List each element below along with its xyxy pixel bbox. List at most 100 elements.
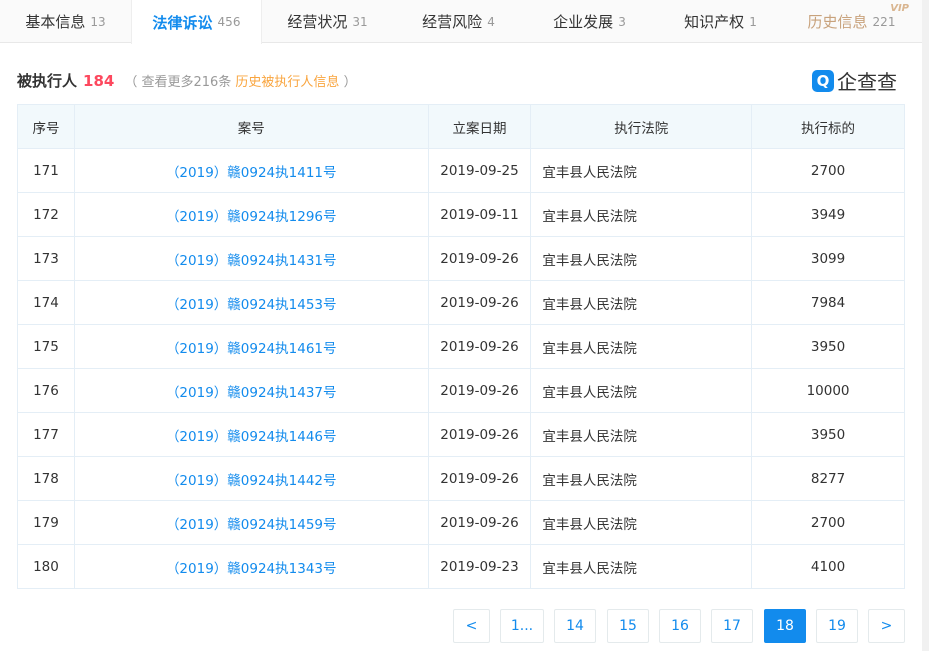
page-button-19[interactable]: 19 <box>816 609 858 643</box>
court: 宜丰县人民法院 <box>531 369 752 413</box>
column-header: 立案日期 <box>428 105 531 149</box>
qichacha-logo: Q 企查查 <box>812 66 897 95</box>
tab-basic-info[interactable]: 基本信息 13 <box>0 0 131 43</box>
amount: 3949 <box>752 193 905 237</box>
case-number-link[interactable]: （2019）赣0924执1461号 <box>74 325 428 369</box>
tab-count: 13 <box>90 15 105 29</box>
tab-count: 221 <box>873 15 896 29</box>
court: 宜丰县人民法院 <box>531 501 752 545</box>
column-header: 执行法院 <box>531 105 752 149</box>
table-header: 序号案号立案日期执行法院执行标的 <box>18 105 905 149</box>
row-index: 175 <box>18 325 75 369</box>
section-count: 184 <box>83 72 114 90</box>
tab-risk[interactable]: 经营风险4 <box>393 0 524 43</box>
prev-page-button[interactable]: < <box>453 609 490 643</box>
amount: 2700 <box>752 149 905 193</box>
row-index: 174 <box>18 281 75 325</box>
page-button-15[interactable]: 15 <box>607 609 649 643</box>
table-row: 179（2019）赣0924执1459号2019-09-26宜丰县人民法院270… <box>18 501 905 545</box>
amount: 8277 <box>752 457 905 501</box>
case-number-link[interactable]: （2019）赣0924执1446号 <box>74 413 428 457</box>
more-info: （ 查看更多216条 历史被执行人信息 ） <box>124 71 356 90</box>
case-number-link[interactable]: （2019）赣0924执1343号 <box>74 545 428 589</box>
tab-ip[interactable]: 知识产权 1 <box>655 0 786 43</box>
next-page-button[interactable]: > <box>868 609 905 643</box>
column-header: 执行标的 <box>752 105 905 149</box>
row-index: 179 <box>18 501 75 545</box>
more-suffix: ） <box>344 75 357 90</box>
row-index: 180 <box>18 545 75 589</box>
filing-date: 2019-09-26 <box>428 281 531 325</box>
court: 宜丰县人民法院 <box>531 237 752 281</box>
court: 宜丰县人民法院 <box>531 193 752 237</box>
executed-persons-table: 序号案号立案日期执行法院执行标的 171（2019）赣0924执1411号201… <box>17 104 905 589</box>
logo-icon: Q <box>812 70 834 92</box>
tab-count: 31 <box>352 15 367 29</box>
tab-operations[interactable]: 经营状况 31 <box>262 0 393 43</box>
case-number-link[interactable]: （2019）赣0924执1296号 <box>74 193 428 237</box>
logo-text: 企查查 <box>837 66 897 95</box>
filing-date: 2019-09-26 <box>428 457 531 501</box>
table-row: 176（2019）赣0924执1437号2019-09-26宜丰县人民法院100… <box>18 369 905 413</box>
row-index: 171 <box>18 149 75 193</box>
tab-legal[interactable]: 法律诉讼456 <box>131 0 262 44</box>
page-button-17[interactable]: 17 <box>711 609 753 643</box>
table-row: 173（2019）赣0924执1431号2019-09-26宜丰县人民法院309… <box>18 237 905 281</box>
case-number-link[interactable]: （2019）赣0924执1437号 <box>74 369 428 413</box>
case-number-link[interactable]: （2019）赣0924执1431号 <box>74 237 428 281</box>
first-page-button[interactable]: 1... <box>500 609 544 643</box>
case-number-link[interactable]: （2019）赣0924执1411号 <box>74 149 428 193</box>
court: 宜丰县人民法院 <box>531 149 752 193</box>
amount: 3099 <box>752 237 905 281</box>
tab-label: 知识产权 <box>684 11 744 32</box>
amount: 4100 <box>752 545 905 589</box>
table-row: 172（2019）赣0924执1296号2019-09-11宜丰县人民法院394… <box>18 193 905 237</box>
amount: 2700 <box>752 501 905 545</box>
tab-development[interactable]: 企业发展3 <box>524 0 655 43</box>
filing-date: 2019-09-26 <box>428 413 531 457</box>
tab-label: 历史信息 <box>808 11 868 32</box>
page-button-16[interactable]: 16 <box>659 609 701 643</box>
table-row: 180（2019）赣0924执1343号2019-09-23宜丰县人民法院410… <box>18 545 905 589</box>
case-number-link[interactable]: （2019）赣0924执1459号 <box>74 501 428 545</box>
tab-count: 1 <box>749 15 757 29</box>
tab-label: 经营风险 <box>422 11 482 32</box>
page-button-18[interactable]: 18 <box>764 609 806 643</box>
case-number-link[interactable]: （2019）赣0924执1453号 <box>74 281 428 325</box>
scrollbar[interactable] <box>922 0 929 651</box>
tab-label: 经营状况 <box>287 11 347 32</box>
section-header: 被执行人 184 （ 查看更多216条 历史被执行人信息 ） <box>17 70 357 91</box>
court: 宜丰县人民法院 <box>531 457 752 501</box>
case-number-link[interactable]: （2019）赣0924执1442号 <box>74 457 428 501</box>
row-index: 177 <box>18 413 75 457</box>
table-row: 174（2019）赣0924执1453号2019-09-26宜丰县人民法院798… <box>18 281 905 325</box>
filing-date: 2019-09-25 <box>428 149 531 193</box>
amount: 3950 <box>752 413 905 457</box>
history-link[interactable]: 历史被执行人信息 <box>235 75 339 90</box>
row-index: 176 <box>18 369 75 413</box>
filing-date: 2019-09-26 <box>428 369 531 413</box>
row-index: 172 <box>18 193 75 237</box>
tab-history[interactable]: 历史信息 221VIP <box>786 0 917 43</box>
table-row: 175（2019）赣0924执1461号2019-09-26宜丰县人民法院395… <box>18 325 905 369</box>
row-index: 178 <box>18 457 75 501</box>
tab-bar: 基本信息13 法律诉讼456 经营状况31 经营风险4 企业发展3 知识产权1 … <box>0 0 922 43</box>
row-index: 173 <box>18 237 75 281</box>
column-header: 案号 <box>74 105 428 149</box>
court: 宜丰县人民法院 <box>531 281 752 325</box>
filing-date: 2019-09-11 <box>428 193 531 237</box>
filing-date: 2019-09-23 <box>428 545 531 589</box>
filing-date: 2019-09-26 <box>428 237 531 281</box>
amount: 3950 <box>752 325 905 369</box>
amount: 10000 <box>752 369 905 413</box>
court: 宜丰县人民法院 <box>531 545 752 589</box>
table-row: 171（2019）赣0924执1411号2019-09-25宜丰县人民法院270… <box>18 149 905 193</box>
vip-badge: VIP <box>890 3 909 14</box>
section-title: 被执行人 <box>17 70 77 91</box>
tab-label: 法律诉讼 <box>153 12 213 33</box>
page-button-14[interactable]: 14 <box>554 609 596 643</box>
filing-date: 2019-09-26 <box>428 501 531 545</box>
amount: 7984 <box>752 281 905 325</box>
tab-label: 基本信息 <box>25 11 85 32</box>
court: 宜丰县人民法院 <box>531 413 752 457</box>
